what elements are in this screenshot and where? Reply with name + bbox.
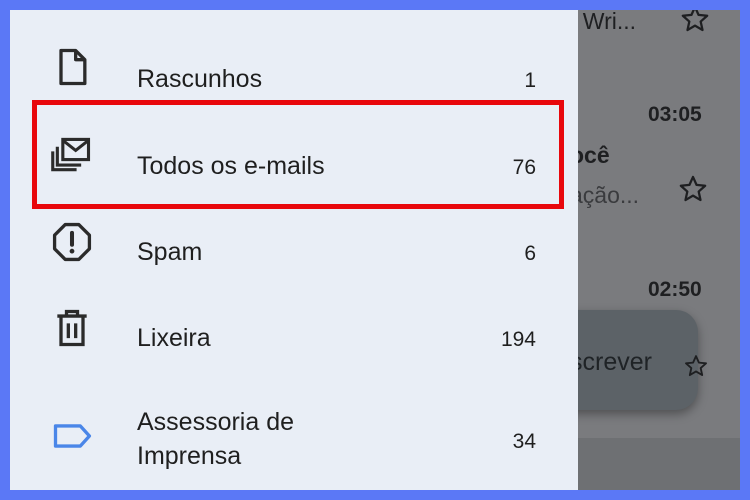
draft-icon — [59, 48, 87, 86]
drawer-item-count: 1 — [524, 69, 536, 92]
drawer-item-trash[interactable]: Lixeira 194 — [10, 286, 578, 372]
label-tag-icon — [53, 424, 92, 448]
drawer-item-count: 34 — [512, 430, 536, 453]
drawer-item-label-line1: Assessoria de — [137, 408, 295, 436]
highlight-box — [32, 100, 564, 209]
star-icon[interactable] — [682, 352, 710, 380]
drawer-item-count: 6 — [524, 242, 536, 265]
drawer-item-label: Lixeira — [137, 324, 211, 352]
star-icon[interactable] — [676, 172, 710, 206]
drawer-item-label: Rascunhos — [137, 65, 263, 93]
trash-icon — [57, 309, 87, 347]
email-preview: ação... — [570, 182, 640, 208]
drawer-item-spam[interactable]: Spam 6 — [10, 200, 578, 286]
email-time: 03:05 — [648, 103, 702, 126]
drawer-item-label: Spam — [137, 238, 203, 266]
email-snippet: t Wri... — [570, 10, 637, 34]
spam-icon — [52, 222, 92, 262]
drawer-item-label-line2: Imprensa — [137, 442, 242, 470]
compose-label: screver — [570, 348, 652, 376]
navigation-drawer: Rascunhos 1 Todos os e-mails 76 Spam 6 L… — [10, 10, 578, 490]
drawer-item-label-press[interactable]: Assessoria de Imprensa 34 — [10, 386, 578, 486]
email-time: 02:50 — [648, 278, 702, 301]
star-icon[interactable] — [678, 10, 712, 36]
drawer-item-count: 194 — [500, 328, 536, 351]
phone-screen: t Wri... 03:05 ocê ação... 02:50 screver… — [10, 10, 740, 490]
